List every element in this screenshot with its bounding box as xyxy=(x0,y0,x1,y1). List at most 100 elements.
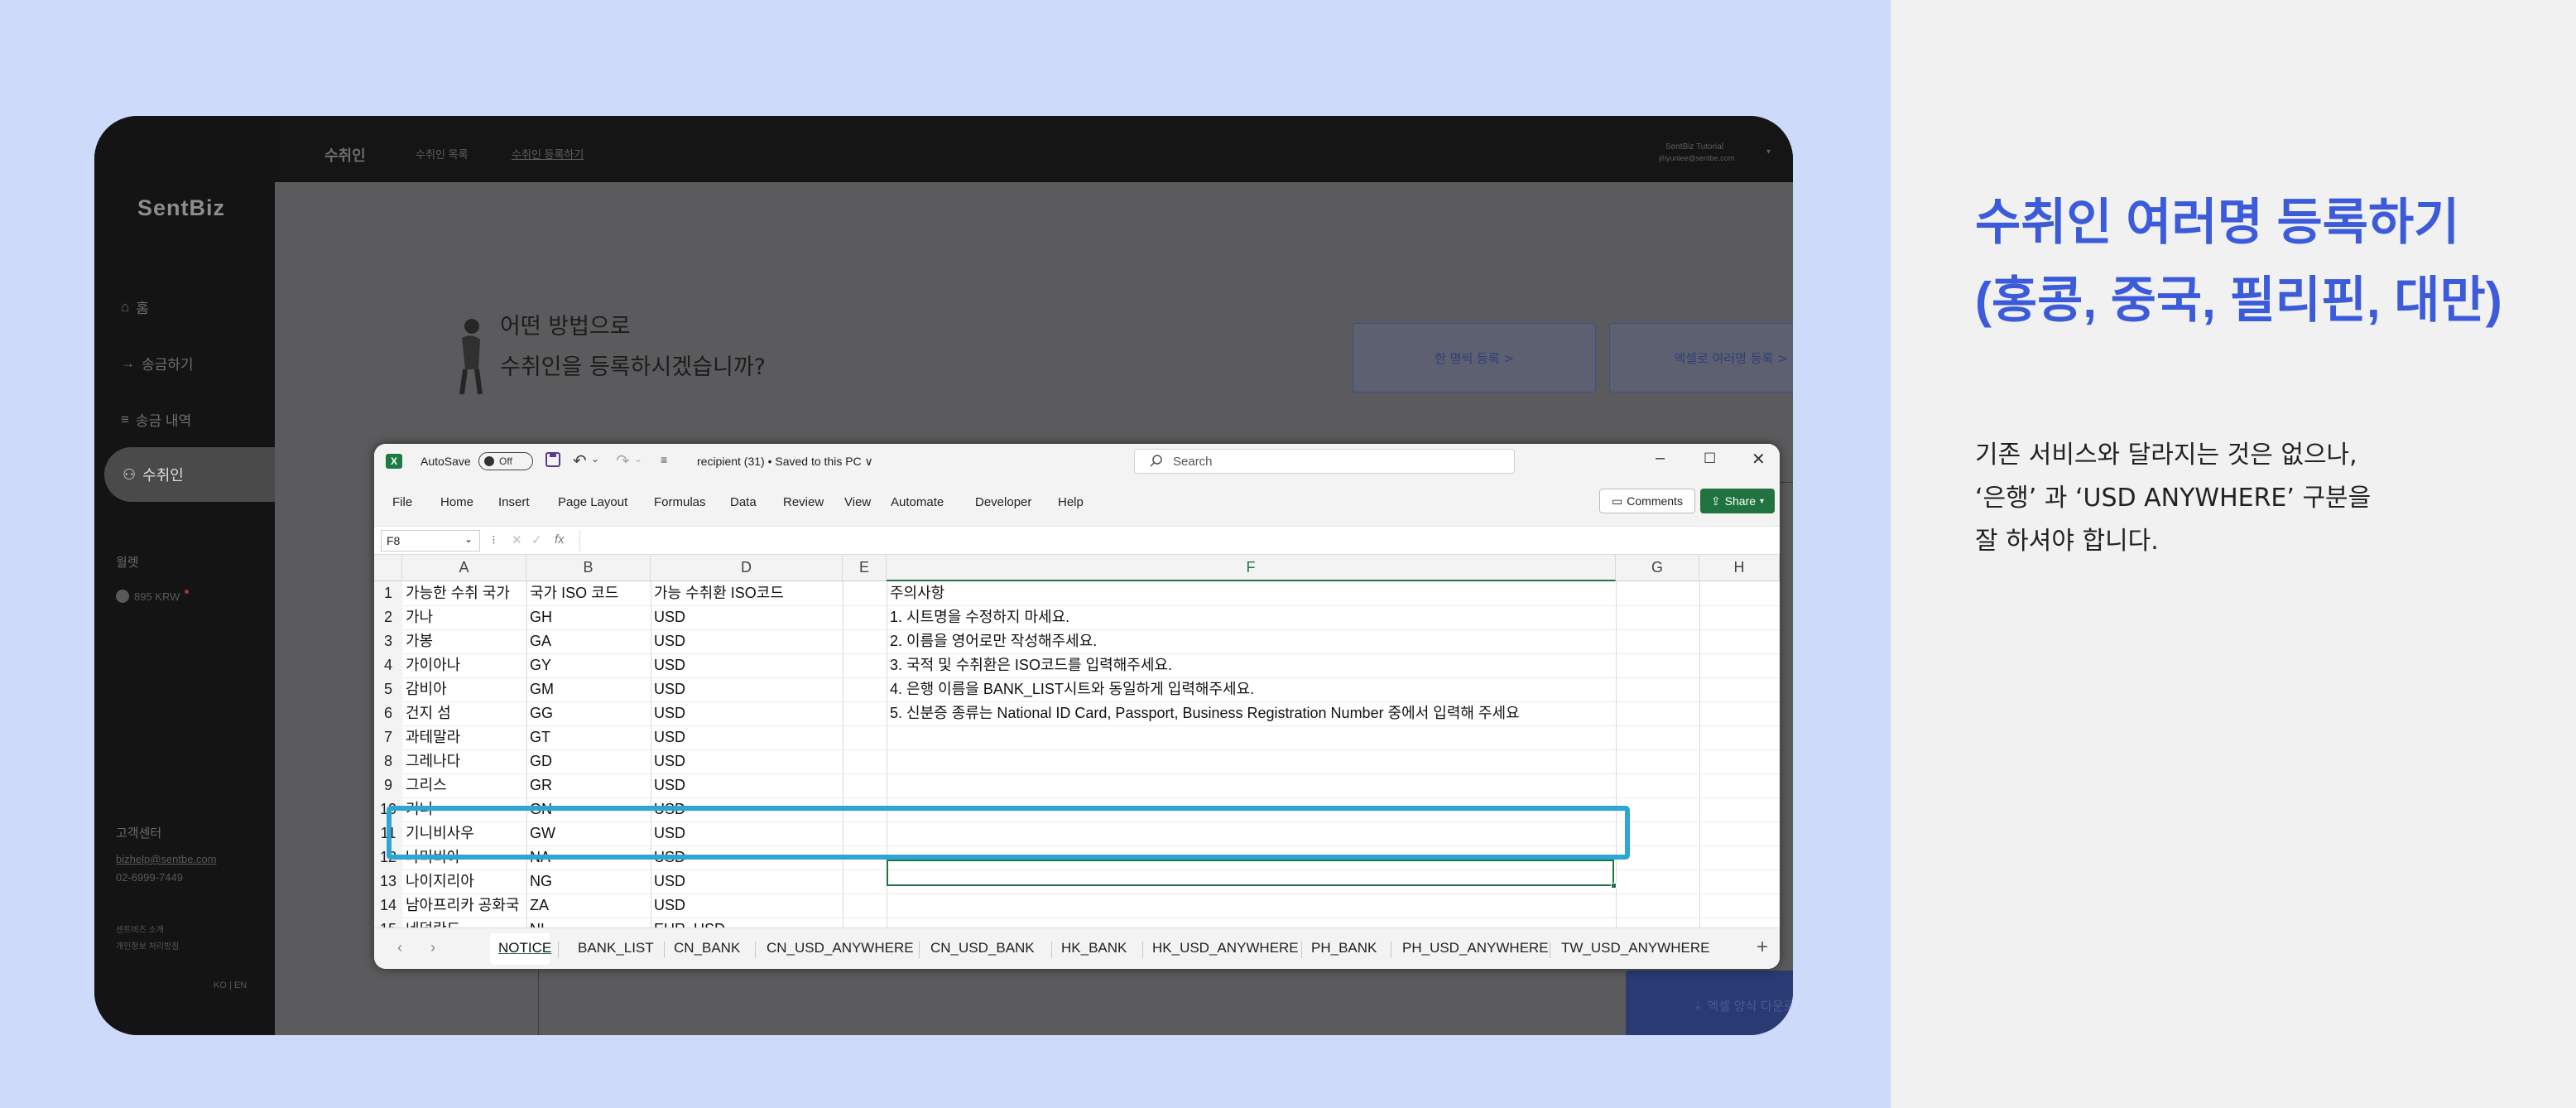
insert-function-icon[interactable]: fx xyxy=(555,532,565,547)
cell-f[interactable]: 5. 신분증 종류는 National ID Card, Passport, B… xyxy=(887,701,1780,725)
row-header[interactable]: 6 xyxy=(374,701,402,725)
column-header-f[interactable]: F xyxy=(887,555,1616,581)
register-single-button[interactable]: 한 명씩 등록 > xyxy=(1353,323,1596,393)
cell-f[interactable] xyxy=(887,918,1780,927)
more-options-icon[interactable]: ⁝ xyxy=(492,532,496,547)
register-excel-button[interactable]: 엑셀로 여러명 등록 > xyxy=(1609,323,1793,393)
cell-a[interactable]: 가봉 xyxy=(402,629,526,653)
tab-scroll-right-icon[interactable]: › xyxy=(430,939,435,956)
sidebar-item-history[interactable]: ≡ 송금 내역 xyxy=(121,409,191,430)
wallet-balance[interactable]: 895 KRW xyxy=(116,589,190,603)
check-icon[interactable]: ✓ xyxy=(531,532,542,547)
customize-toolbar-icon[interactable]: ≡ xyxy=(661,453,667,466)
row-header[interactable]: 8 xyxy=(374,749,402,773)
footer-about-link[interactable]: 센트비즈 소개 xyxy=(116,923,164,935)
cell-d[interactable]: USD xyxy=(651,749,843,773)
menu-help[interactable]: Help xyxy=(1058,495,1084,509)
cell-f[interactable] xyxy=(887,894,1780,918)
footer-privacy-link[interactable]: 개인정보 처리방침 xyxy=(116,939,179,951)
sidebar-item-recipient[interactable]: ⚇ 수취인 xyxy=(104,447,278,502)
cell-b[interactable]: 국가 ISO 코드 xyxy=(526,581,651,605)
support-email-link[interactable]: bizhelp@sentbe.com xyxy=(116,853,217,865)
cell-a[interactable]: 건지 섬 xyxy=(402,701,526,725)
cell-b[interactable]: GY xyxy=(526,653,651,677)
share-button[interactable]: ⇪ Share ▾ xyxy=(1700,489,1775,513)
name-box[interactable]: F8 ⌄ xyxy=(381,530,480,552)
column-header-d[interactable]: D xyxy=(651,555,843,581)
cell-d[interactable]: USD xyxy=(651,894,843,918)
comments-button[interactable]: ▭ Comments xyxy=(1599,489,1695,513)
language-switch[interactable]: KO | EN xyxy=(214,980,247,990)
cell-d[interactable]: USD xyxy=(651,870,843,894)
add-sheet-icon[interactable]: + xyxy=(1757,936,1768,959)
sidebar-item-send[interactable]: → 송금하기 xyxy=(121,353,194,373)
autosave-toggle[interactable]: Off xyxy=(478,452,533,470)
column-header-h[interactable]: H xyxy=(1699,555,1780,581)
undo-icon[interactable]: ↶ xyxy=(573,450,587,471)
fill-handle[interactable] xyxy=(1611,883,1617,889)
row-header[interactable]: 15 xyxy=(374,918,402,927)
chevron-down-icon[interactable]: ▾ xyxy=(1766,147,1771,157)
column-header-e[interactable]: E xyxy=(843,555,887,581)
cell-b[interactable]: NG xyxy=(526,870,651,894)
column-header-a[interactable]: A xyxy=(402,555,526,581)
cell-d[interactable]: USD xyxy=(651,629,843,653)
cell-b[interactable]: GR xyxy=(526,773,651,797)
sheet-tab-tw-usd-anywhere[interactable]: TW_USD_ANYWHERE xyxy=(1561,940,1709,956)
row-header[interactable]: 3 xyxy=(374,629,402,653)
cell-a[interactable]: 과테말라 xyxy=(402,725,526,749)
sheet-tab-ph-bank[interactable]: PH_BANK xyxy=(1311,940,1377,956)
row-header[interactable]: 5 xyxy=(374,677,402,701)
maximize-icon[interactable]: ☐ xyxy=(1704,450,1716,467)
menu-view[interactable]: View xyxy=(844,495,871,509)
cell-d[interactable]: USD xyxy=(651,773,843,797)
cell-a[interactable]: 가이아나 xyxy=(402,653,526,677)
cell-b[interactable]: GG xyxy=(526,701,651,725)
cell-d[interactable]: USD xyxy=(651,653,843,677)
cell-f[interactable] xyxy=(887,749,1780,773)
cell-a[interactable]: 그리스 xyxy=(402,773,526,797)
cell-f[interactable]: 4. 은행 이름을 BANK_LIST시트와 동일하게 입력해주세요. xyxy=(887,677,1780,701)
menu-developer[interactable]: Developer xyxy=(975,495,1031,509)
sheet-tab-hk-usd-anywhere[interactable]: HK_USD_ANYWHERE xyxy=(1152,940,1299,956)
sheet-tab-ph-usd-anywhere[interactable]: PH_USD_ANYWHERE xyxy=(1402,940,1549,956)
row-header[interactable]: 4 xyxy=(374,653,402,677)
search-input[interactable]: Search xyxy=(1134,449,1515,474)
sheet-tab-cn-usd-anywhere[interactable]: CN_USD_ANYWHERE xyxy=(767,940,914,956)
row-header[interactable]: 1 xyxy=(374,581,402,605)
cell-b[interactable]: GH xyxy=(526,605,651,629)
cell-f[interactable] xyxy=(887,773,1780,797)
cell-d[interactable]: USD xyxy=(651,677,843,701)
minimize-icon[interactable]: – xyxy=(1656,449,1665,468)
menu-data[interactable]: Data xyxy=(730,495,757,509)
worksheet-grid[interactable]: A B D E F G H 1 가능한 수취 국가 국가 ISO 코드 가능 수취환 … xyxy=(374,555,1780,927)
cell-b[interactable]: ZA xyxy=(526,894,651,918)
menu-formulas[interactable]: Formulas xyxy=(654,495,706,509)
cell-b[interactable]: GD xyxy=(526,749,651,773)
undo-dropdown-icon[interactable]: ⌄ xyxy=(591,453,599,465)
menu-page-layout[interactable]: Page Layout xyxy=(558,495,627,509)
save-icon[interactable] xyxy=(545,451,561,473)
sheet-tab-cn-bank[interactable]: CN_BANK xyxy=(674,940,740,956)
cell-b[interactable]: GM xyxy=(526,677,651,701)
row-header[interactable]: 14 xyxy=(374,894,402,918)
row-header[interactable]: 2 xyxy=(374,605,402,629)
column-header-g[interactable]: G xyxy=(1616,555,1699,581)
cell-f[interactable]: 3. 국적 및 수취환은 ISO코드를 입력해주세요. xyxy=(887,653,1780,677)
file-title[interactable]: recipient (31) • Saved to this PC ∨ xyxy=(697,455,873,469)
excel-download-button[interactable]: ⤓ 엑셀 양식 다운로드 xyxy=(1626,971,1793,1035)
cell-a[interactable]: 남아프리카 공화국 xyxy=(402,894,526,918)
menu-review[interactable]: Review xyxy=(783,495,824,509)
menu-insert[interactable]: Insert xyxy=(498,495,530,509)
row-header[interactable]: 9 xyxy=(374,773,402,797)
menu-home[interactable]: Home xyxy=(440,495,473,509)
tab-scroll-left-icon[interactable]: ‹ xyxy=(397,939,402,956)
selected-cell-f8[interactable] xyxy=(887,860,1614,886)
cell-d[interactable]: EUR, USD xyxy=(651,918,843,927)
cell-f[interactable] xyxy=(887,725,1780,749)
cell-f[interactable]: 1. 시트명을 수정하지 마세요. xyxy=(887,605,1780,629)
cell-f[interactable]: 주의사항 xyxy=(887,581,1780,605)
row-header[interactable]: 7 xyxy=(374,725,402,749)
sidebar-item-home[interactable]: ⌂ 홈 xyxy=(121,296,149,317)
tab-recipient-register[interactable]: 수취인 등록하기 xyxy=(512,146,584,161)
